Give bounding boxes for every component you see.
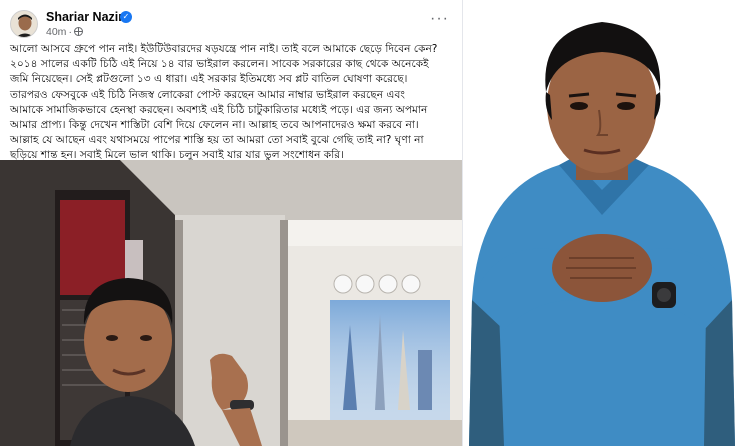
author-name[interactable]: Shariar Nazim [46, 10, 129, 24]
portrait-illustration [464, 0, 740, 446]
post-text-line: তারপরও ফেসবুকে এই চিঠি নিজস্ব লোকেরা পোস… [10, 88, 405, 101]
post-text-line: আলো আসবে গ্রুপে পান নাই। ইউটিউবারদের ষড়… [10, 43, 438, 55]
verified-badge-icon: ✓ [120, 11, 132, 23]
post-meta: 40m · [46, 26, 83, 38]
post-text-line: ২০১৪ সালের একটি চিঠি এই নিয়ে ১৪ বার ভাই… [10, 58, 429, 71]
post-text-line: জমি নিয়েছেন। সেই প্লটগুলো ১৩ এ ধারা। এই… [10, 73, 408, 86]
facebook-post-card: Shariar Nazim ✓ 40m · ··· আলো আসবে গ্রুপে… [0, 0, 463, 446]
meta-separator: · [68, 26, 72, 38]
post-text-line: আল্লাহ যে আছেন এবং যথাসময়ে পাপের শাস্তি… [10, 134, 424, 147]
post-text-line: আমাকে সামাজিকভাবে হেনস্থা করছেন। অবশ্যই … [10, 103, 428, 116]
author-avatar[interactable] [10, 10, 38, 38]
post-photo[interactable] [0, 160, 462, 446]
globe-icon [73, 27, 83, 36]
post-text-line: আমার প্রাপ্য। কিন্তু দেখেন শাস্তিটা বেশি… [10, 119, 419, 132]
selfie-photo-illustration [0, 160, 462, 446]
portrait-photo[interactable] [464, 0, 740, 446]
post-timestamp[interactable]: 40m [46, 26, 66, 38]
more-options-button[interactable]: ··· [430, 10, 449, 28]
post-header: Shariar Nazim ✓ 40m · ··· [10, 8, 455, 40]
post-text: আলো আসবে গ্রুপে পান নাই। ইউটিউবারদের ষড়… [10, 42, 458, 164]
